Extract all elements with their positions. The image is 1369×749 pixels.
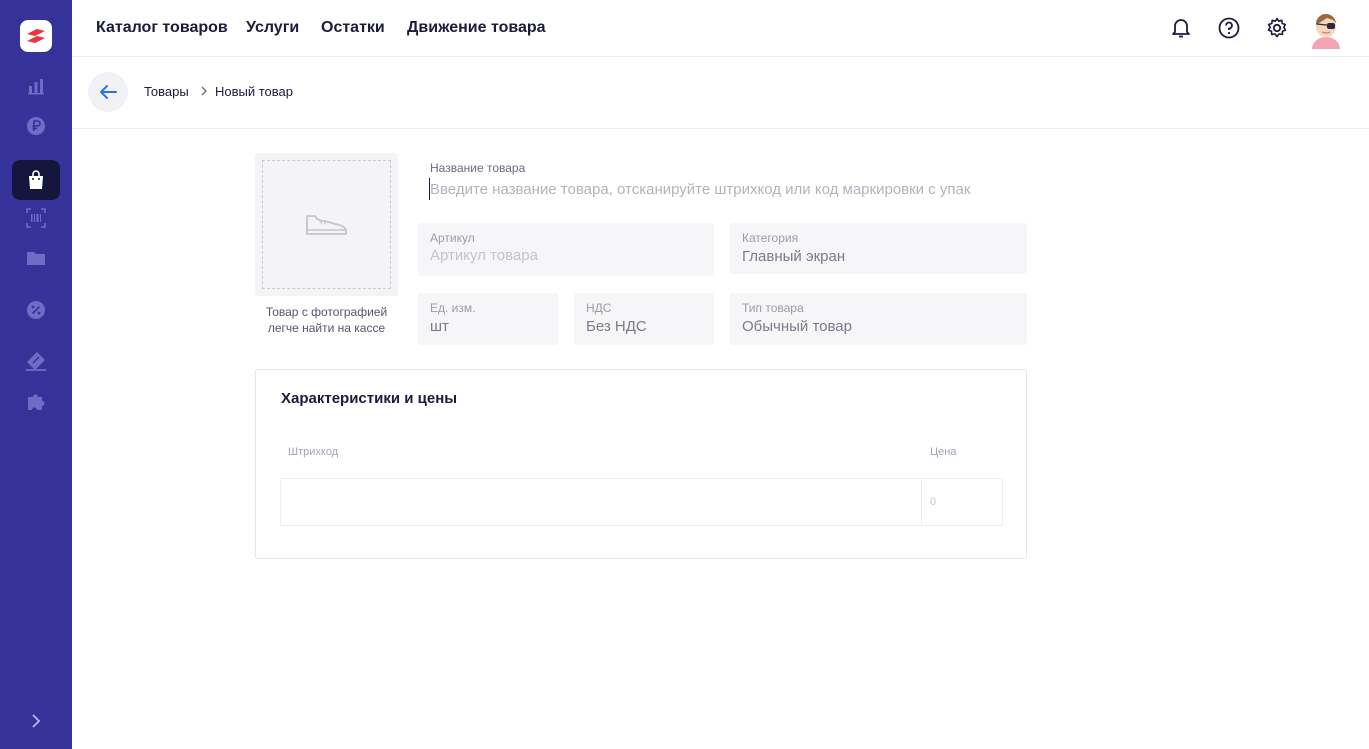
vat-select[interactable]: НДС Без НДС <box>574 293 714 345</box>
back-button[interactable] <box>88 72 128 112</box>
shopping-bag-icon <box>29 170 43 189</box>
characteristics-card: Характеристики и цены Штрихкод Цена <box>255 369 1027 559</box>
sidebar-item-reports[interactable] <box>12 66 60 106</box>
gear-icon <box>1267 17 1287 38</box>
price-cell[interactable] <box>922 478 1003 526</box>
puzzle-icon <box>28 394 45 410</box>
category-value: Главный экран <box>742 248 846 265</box>
help-button[interactable] <box>1217 16 1241 40</box>
breadcrumb-current: Новый товар <box>215 84 293 99</box>
settings-button[interactable] <box>1265 16 1289 40</box>
product-type-value: Обычный товар <box>742 318 852 335</box>
sidebar-item-documents[interactable] <box>12 238 60 278</box>
price-input[interactable] <box>922 479 1002 525</box>
product-name-label: Название товара <box>430 161 526 175</box>
vat-value: Без НДС <box>586 318 647 335</box>
product-type-select[interactable]: Тип товара Обычный товар <box>730 293 1027 345</box>
sidebar <box>0 0 72 749</box>
breadcrumb-bar: Товары Новый товар <box>72 57 1369 129</box>
help-icon <box>1218 17 1240 39</box>
notifications-button[interactable] <box>1169 16 1193 40</box>
sidebar-expand-button[interactable] <box>24 709 48 733</box>
ticket-icon <box>26 352 46 371</box>
nav-goods-movement[interactable]: Движение товара <box>407 19 546 37</box>
chart-icon <box>28 79 44 95</box>
chevron-right-icon <box>32 714 41 728</box>
avatar-icon <box>1312 13 1340 49</box>
product-type-label: Тип товара <box>742 301 804 315</box>
folder-icon <box>27 252 45 265</box>
sidebar-item-integrations[interactable] <box>12 382 60 422</box>
app-logo[interactable] <box>20 20 52 52</box>
barcode-input[interactable] <box>281 479 921 525</box>
barcode-column-header: Штрихкод <box>288 446 339 458</box>
arrow-left-icon <box>100 85 117 99</box>
photo-upload[interactable] <box>255 153 398 296</box>
article-label: Артикул <box>430 231 475 245</box>
unit-value: шт <box>430 318 449 335</box>
discount-icon <box>27 301 45 319</box>
sneaker-icon <box>305 214 347 235</box>
category-label: Категория <box>742 231 799 245</box>
sidebar-item-loyalty[interactable] <box>12 342 60 382</box>
user-avatar[interactable] <box>1309 11 1343 49</box>
photo-hint: Товар с фотографией легче найти на кассе <box>265 305 388 335</box>
article-field[interactable]: Артикул <box>418 223 714 276</box>
breadcrumb-products-link[interactable]: Товары <box>144 84 189 99</box>
nav-stock[interactable]: Остатки <box>321 19 385 37</box>
ruble-icon <box>27 117 45 135</box>
sidebar-item-discounts[interactable] <box>12 290 60 330</box>
top-navigation: Каталог товаров Услуги Остатки Движение … <box>72 0 1369 57</box>
price-column-header: Цена <box>930 446 957 458</box>
sidebar-item-products[interactable] <box>12 160 60 200</box>
barcode-cell[interactable] <box>280 478 922 526</box>
bell-icon <box>1172 19 1190 38</box>
photo-dropzone <box>262 160 391 289</box>
characteristics-title: Характеристики и цены <box>281 390 458 407</box>
nav-catalog[interactable]: Каталог товаров <box>96 19 228 37</box>
logo-mark-icon <box>27 29 45 43</box>
product-name-input[interactable] <box>429 178 1019 200</box>
unit-label: Ед. изм. <box>430 301 476 315</box>
unit-select[interactable]: Ед. изм. шт <box>418 293 558 345</box>
sidebar-item-finance[interactable] <box>12 106 60 146</box>
barcode-scan-icon <box>26 208 46 228</box>
chevron-right-icon <box>201 86 207 96</box>
vat-label: НДС <box>586 301 612 315</box>
article-input[interactable] <box>430 247 702 264</box>
sidebar-item-marking[interactable] <box>12 198 60 238</box>
nav-services[interactable]: Услуги <box>246 19 299 37</box>
category-select[interactable]: Категория Главный экран <box>730 223 1027 274</box>
